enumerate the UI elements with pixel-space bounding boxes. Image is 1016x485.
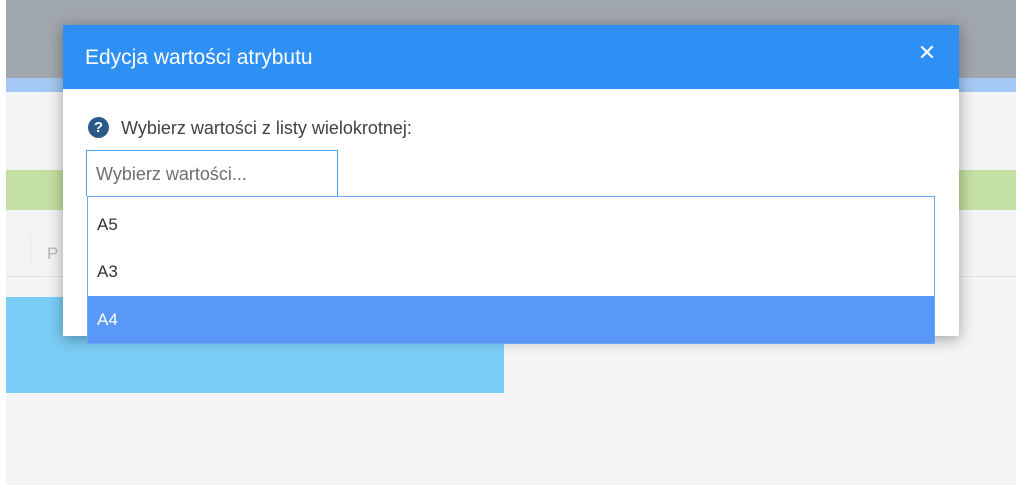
tab-label[interactable]: P	[47, 244, 58, 264]
multi-select-input[interactable]: Wybierz wartości...	[86, 150, 338, 196]
select-placeholder: Wybierz wartości...	[96, 164, 247, 184]
dropdown-option-highlighted[interactable]: A4	[88, 296, 934, 343]
modal-header: Edycja wartości atrybutu ✕	[63, 25, 959, 89]
modal-title: Edycja wartości atrybutu	[85, 46, 313, 69]
dropdown-option[interactable]: A5	[88, 201, 934, 248]
question-circle-icon[interactable]: ?	[88, 117, 109, 138]
dropdown-option[interactable]: A3	[88, 248, 934, 295]
close-icon[interactable]: ✕	[915, 41, 939, 65]
select-dropdown-list: A5 A3 A4	[87, 196, 935, 344]
field-label: Wybierz wartości z listy wielokrotnej:	[121, 118, 412, 138]
tab-divider	[30, 234, 31, 264]
